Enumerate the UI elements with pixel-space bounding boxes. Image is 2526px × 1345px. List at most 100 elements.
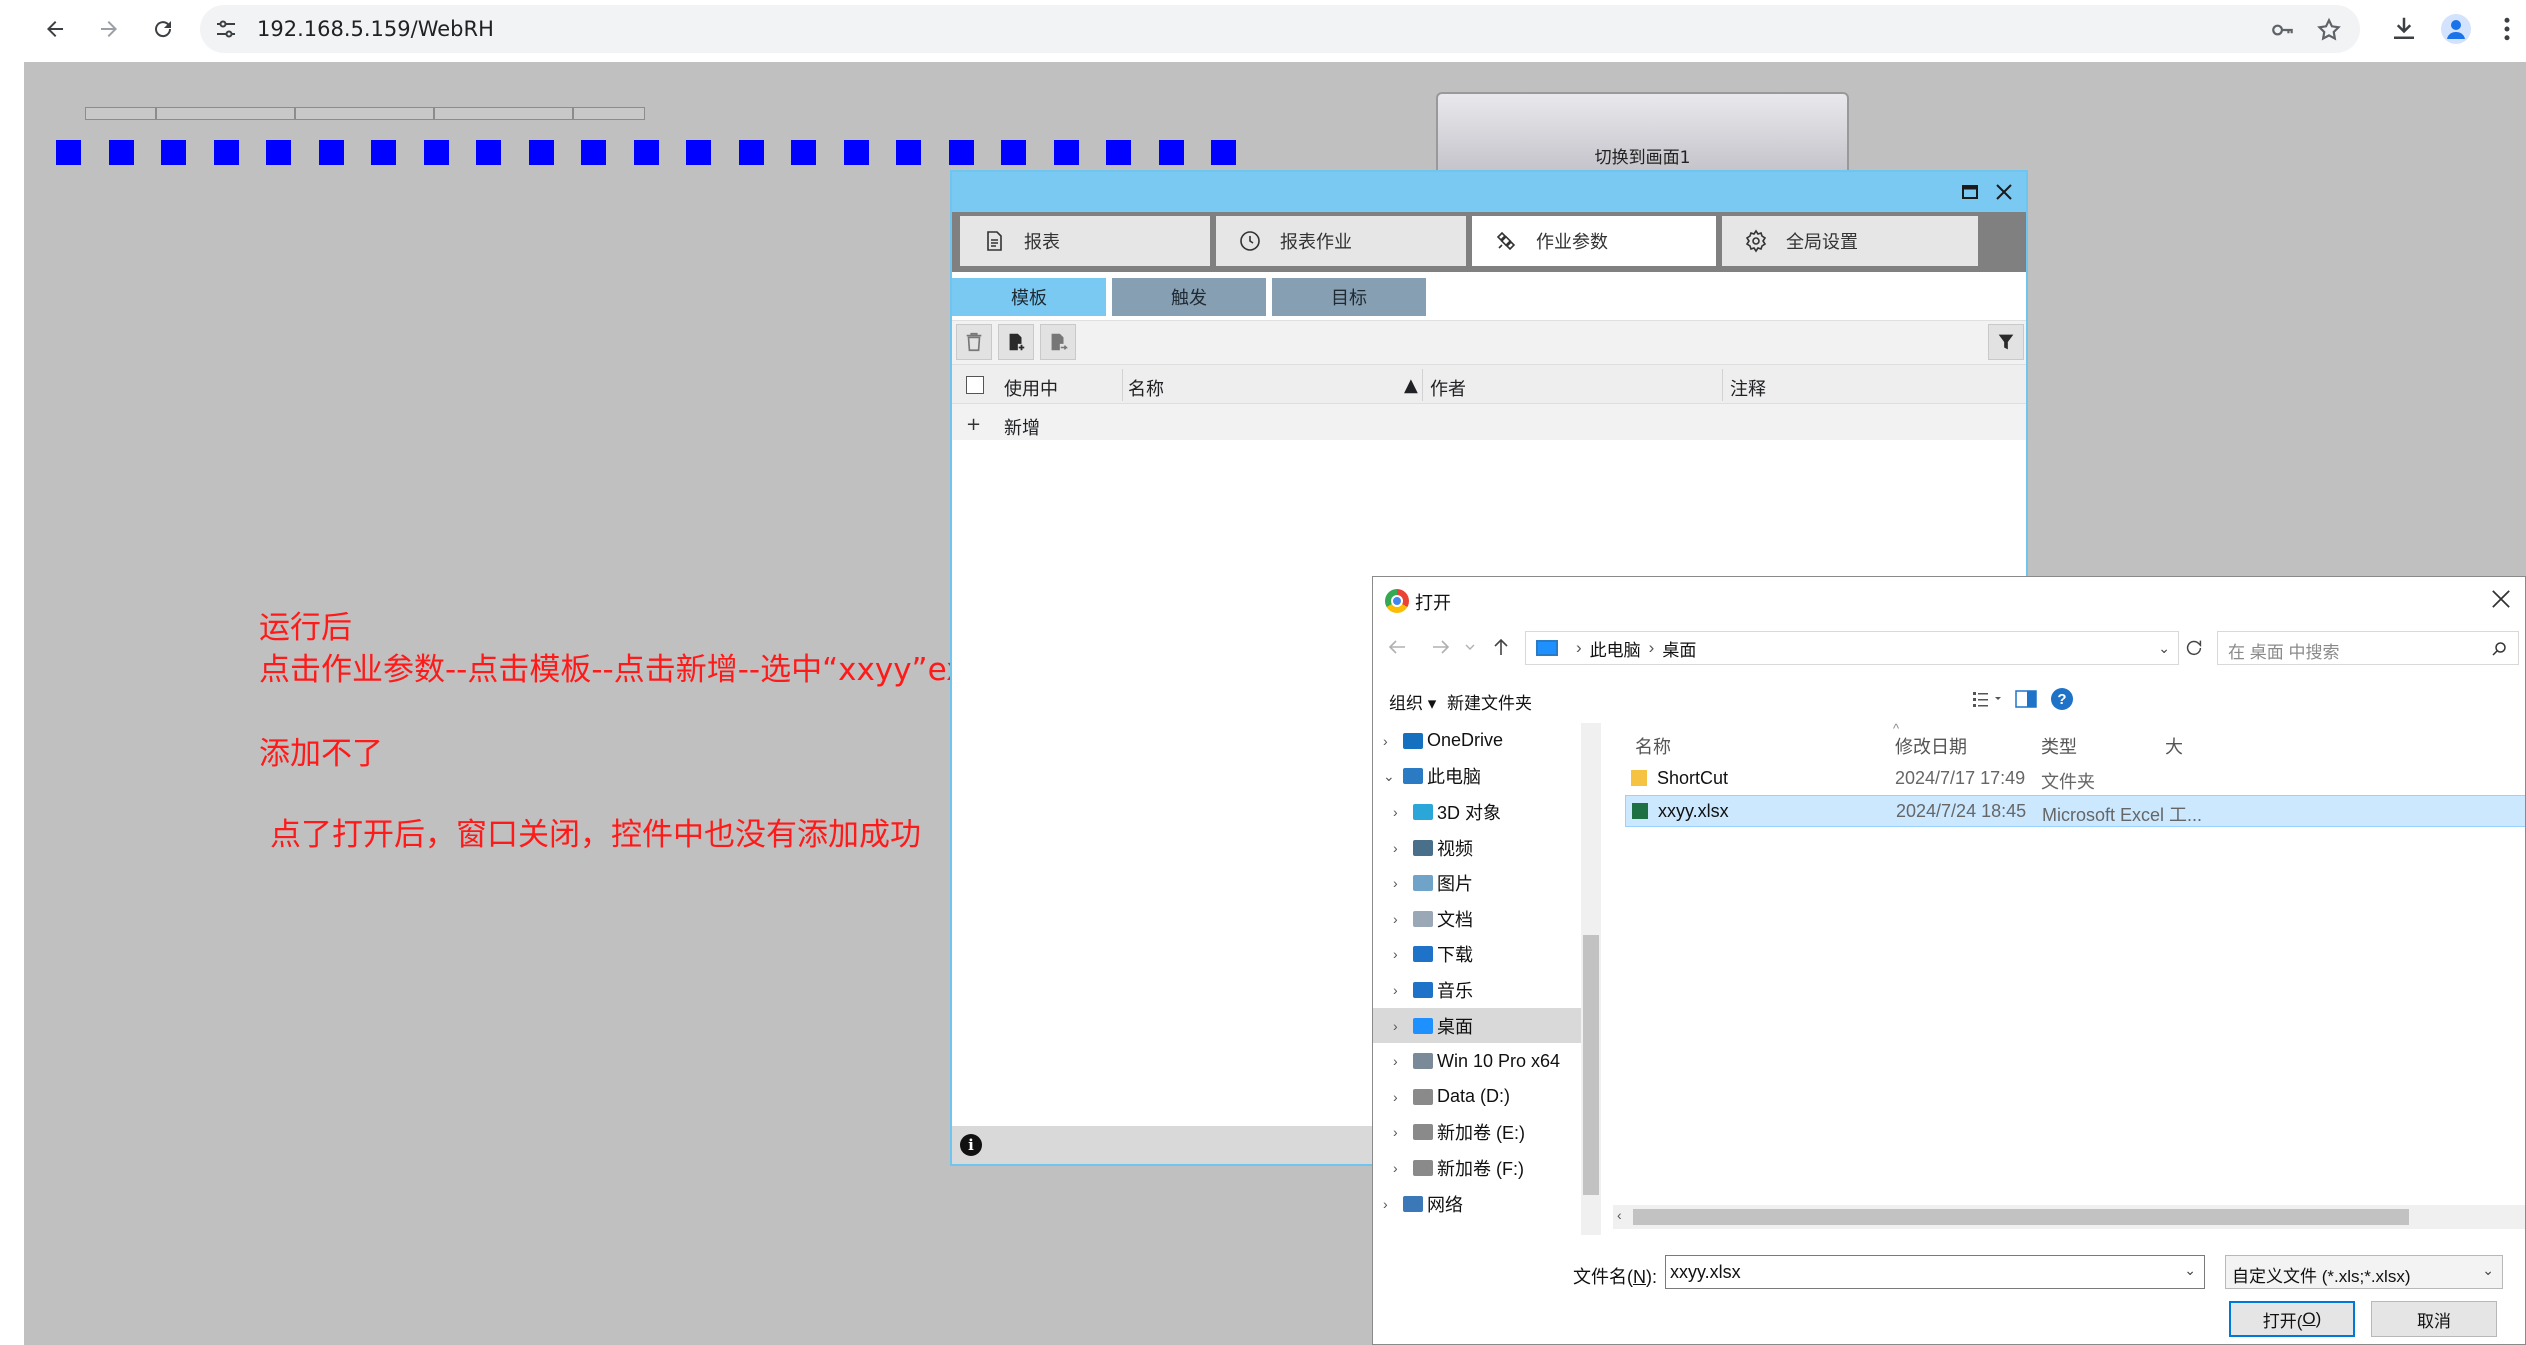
nav-item[interactable]: › 桌面 — [1373, 1007, 1581, 1044]
nav-item[interactable]: › 3D 对象 — [1373, 794, 1581, 830]
chevron-down-icon[interactable]: ⌄ — [2184, 1262, 2196, 1279]
up-arrow-icon[interactable] — [1489, 635, 1513, 659]
navigation-scrollbar[interactable] — [1581, 723, 1601, 1235]
computer-icon — [1536, 640, 1558, 656]
url-text[interactable]: 192.168.5.159/WebRH — [257, 17, 494, 41]
file-row[interactable]: ShortCut 2024/7/17 17:49 文件夹 — [1625, 763, 2525, 795]
forward-arrow-icon[interactable] — [1429, 635, 1453, 659]
breadcrumb-item[interactable]: 此电脑 — [1590, 636, 1641, 661]
file-row[interactable]: xxyy.xlsx 2024/7/24 18:45 Microsoft Excel … — [1625, 795, 2525, 827]
note-line: 点了打开后，窗口关闭，控件中也没有添加成功 — [270, 817, 921, 853]
address-bar[interactable]: 192.168.5.159/WebRH — [200, 5, 2360, 53]
indicator-square — [213, 140, 239, 165]
subtab-target[interactable]: 目标 — [1272, 278, 1426, 316]
tab-report[interactable]: 报表 — [960, 216, 1210, 266]
nav-item[interactable]: › 下载 — [1373, 937, 1581, 973]
horizontal-scrollbar[interactable]: ‹ — [1613, 1205, 2525, 1229]
nav-item[interactable]: › 网络 — [1373, 1186, 1581, 1222]
chevron-right-icon[interactable]: › — [1393, 1018, 1398, 1034]
column-header[interactable]: 使用中 — [1004, 375, 1058, 401]
nav-item[interactable]: ⌄ 此电脑 — [1373, 759, 1581, 795]
select-all-checkbox[interactable] — [966, 376, 984, 394]
chevron-right-icon[interactable]: › — [1383, 733, 1388, 749]
scroll-left-icon[interactable]: ‹ — [1617, 1207, 1622, 1223]
back-button[interactable] — [35, 9, 75, 49]
view-options-icon[interactable] — [1971, 689, 2003, 709]
tab-report-job[interactable]: 报表作业 — [1216, 216, 1466, 266]
column-header[interactable]: 修改日期 — [1895, 733, 1967, 759]
forward-button[interactable] — [89, 9, 129, 49]
forward-arrow-icon — [101, 21, 117, 37]
delete-button[interactable] — [956, 324, 992, 360]
subtab-trigger[interactable]: 触发 — [1112, 278, 1266, 316]
export-template-button[interactable] — [1040, 324, 1076, 360]
dialog-breadcrumb[interactable]: › 此电脑 › 桌面 ⌄ — [1525, 631, 2179, 665]
nav-item[interactable]: › Win 10 Pro x64 — [1373, 1043, 1581, 1079]
nav-item[interactable]: › Data (D:) — [1373, 1079, 1581, 1115]
nav-item[interactable]: › 视频 — [1373, 830, 1581, 866]
chevron-right-icon[interactable]: › — [1393, 982, 1398, 998]
chevron-right-icon[interactable]: › — [1393, 840, 1398, 856]
site-settings-icon[interactable] — [214, 17, 238, 41]
profile-avatar[interactable] — [2441, 14, 2471, 44]
chevron-down-icon[interactable]: ⌄ — [1383, 768, 1395, 785]
nav-item[interactable]: › 图片 — [1373, 865, 1581, 901]
report-icon — [987, 231, 1002, 251]
recent-dropdown-icon[interactable] — [1463, 635, 1477, 659]
subtab-template[interactable]: 模板 — [952, 278, 1106, 316]
more-menu-icon[interactable] — [2492, 14, 2522, 44]
organize-button[interactable]: 组织 ▾ — [1389, 689, 1436, 714]
download-icon[interactable] — [2389, 14, 2419, 44]
new-folder-button[interactable]: 新建文件夹 — [1447, 689, 1532, 714]
tab-job-parameters[interactable]: 作业参数 — [1472, 216, 1716, 266]
chevron-right-icon[interactable]: › — [1393, 1160, 1398, 1176]
maximize-icon[interactable] — [1958, 180, 1982, 204]
add-template-button[interactable] — [998, 324, 1034, 360]
open-button[interactable]: 打开(O) — [2229, 1301, 2355, 1337]
nav-item[interactable]: › 新加卷 (F:) — [1373, 1150, 1581, 1186]
add-row[interactable]: + 新增 — [952, 404, 2026, 440]
breadcrumb-item[interactable]: 桌面 — [1662, 636, 1696, 661]
chevron-right-icon[interactable]: › — [1393, 1053, 1398, 1069]
dialog-search-input[interactable]: 在 桌面 中搜索 — [2217, 631, 2519, 665]
nav-item[interactable]: › OneDrive — [1373, 723, 1581, 759]
nav-item[interactable]: › 文档 — [1373, 901, 1581, 937]
column-header[interactable]: 大 — [2165, 733, 2183, 759]
column-header[interactable]: 名称 — [1635, 733, 1671, 759]
key-icon[interactable] — [2270, 17, 2296, 43]
tab-global-settings[interactable]: 全局设置 — [1722, 216, 1978, 266]
cancel-button[interactable]: 取消 — [2371, 1301, 2497, 1337]
refresh-icon[interactable] — [2183, 637, 2205, 659]
bookmark-star-icon[interactable] — [2316, 17, 2342, 43]
column-header[interactable]: 注释 — [1730, 375, 1766, 401]
preview-pane-icon[interactable] — [2015, 689, 2037, 709]
chevron-right-icon[interactable]: › — [1393, 804, 1398, 820]
chevron-down-icon[interactable]: ⌄ — [2482, 1262, 2494, 1279]
scrollbar-thumb[interactable] — [1583, 935, 1599, 1195]
chevron-right-icon[interactable]: › — [1393, 946, 1398, 962]
export-document-icon — [1051, 333, 1069, 351]
filetype-select[interactable]: 自定义文件 (*.xls;*.xlsx) ⌄ — [2225, 1255, 2503, 1289]
filter-button[interactable] — [1988, 324, 2024, 360]
sort-ascending-icon[interactable]: ▲ — [1404, 375, 1418, 396]
filename-input[interactable]: xxyy.xlsx ⌄ — [1665, 1255, 2205, 1289]
nav-item[interactable]: › 音乐 — [1373, 972, 1581, 1008]
reload-button[interactable] — [143, 9, 183, 49]
chevron-right-icon[interactable]: › — [1393, 875, 1398, 891]
close-icon[interactable] — [1992, 180, 2016, 204]
chevron-down-icon[interactable]: ⌄ — [2158, 640, 2170, 657]
plus-icon: + — [966, 414, 982, 435]
nav-item[interactable]: › 新加卷 (E:) — [1373, 1115, 1581, 1151]
chevron-right-icon[interactable]: › — [1393, 911, 1398, 927]
back-arrow-icon[interactable] — [1385, 635, 1409, 659]
scrollbar-thumb[interactable] — [1633, 1209, 2409, 1225]
help-icon[interactable]: ? — [2051, 688, 2073, 710]
close-icon[interactable] — [2487, 585, 2515, 613]
chevron-right-icon[interactable]: › — [1393, 1124, 1398, 1140]
column-header[interactable]: 作者 — [1430, 375, 1466, 401]
chevron-right-icon[interactable]: › — [1383, 1196, 1388, 1212]
chevron-right-icon[interactable]: › — [1393, 1089, 1398, 1105]
column-header[interactable]: 类型 — [2041, 733, 2077, 759]
info-icon[interactable]: i — [960, 1134, 982, 1156]
column-header[interactable]: 名称 — [1128, 375, 1164, 401]
